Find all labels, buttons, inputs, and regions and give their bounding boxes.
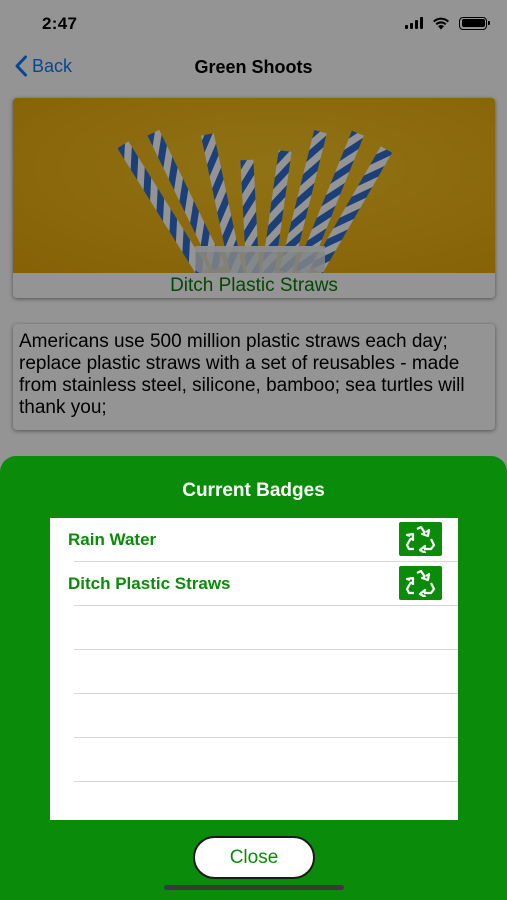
empty-list-row: [50, 606, 458, 650]
home-indicator[interactable]: [164, 885, 344, 890]
recycle-icon: [399, 566, 442, 600]
empty-list-row: [50, 738, 458, 782]
list-item[interactable]: Ditch Plastic Straws: [50, 562, 458, 606]
recycle-icon: [399, 522, 442, 556]
empty-list-row: [50, 782, 458, 820]
list-item[interactable]: Rain Water: [50, 518, 458, 562]
empty-list-row: [50, 650, 458, 694]
badges-sheet: Current Badges Rain Water Ditch Plastic …: [0, 456, 507, 900]
badge-label: Ditch Plastic Straws: [68, 574, 231, 593]
sheet-title: Current Badges: [182, 480, 325, 501]
close-button[interactable]: Close: [193, 836, 315, 879]
badge-label: Rain Water: [68, 530, 157, 549]
empty-list-row: [50, 694, 458, 738]
badge-list[interactable]: Rain Water Ditch Plastic Straws: [50, 518, 458, 820]
